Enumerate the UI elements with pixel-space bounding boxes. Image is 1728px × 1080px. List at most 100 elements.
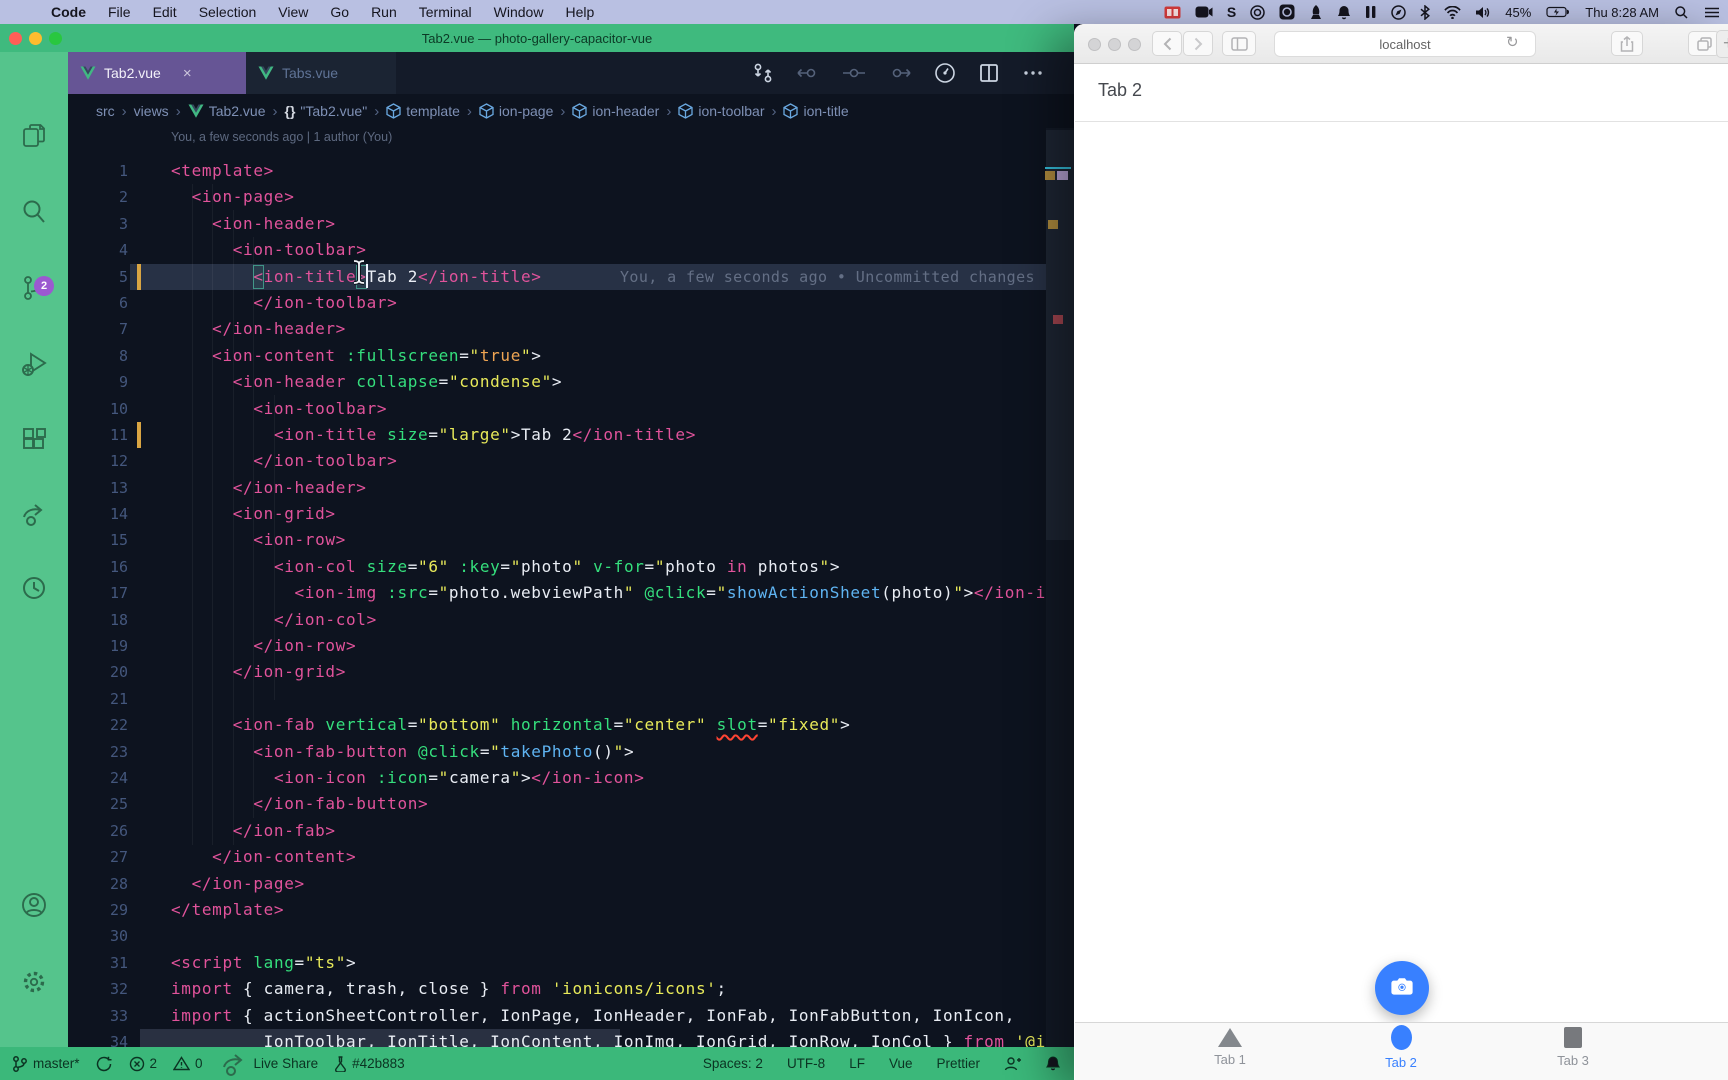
code-line-13[interactable]: </ion-header> [171,475,1046,501]
code-line-16[interactable]: <ion-col size="6" :key="photo" v-for="ph… [171,554,1046,580]
code-line-10[interactable]: <ion-toolbar> [171,396,1046,422]
breadcrumb-item-iontoolbar[interactable]: ion-toolbar [678,103,764,119]
tab-tab2-vue[interactable]: Tab2.vue× [68,52,246,94]
camera-fab-button[interactable] [1375,961,1429,1015]
scrollbar-thumb[interactable] [1046,130,1074,540]
timeline-icon[interactable] [934,62,956,84]
ionic-tab-tab-2[interactable]: Tab 2 [1341,1028,1461,1070]
menu-item-help[interactable]: Help [554,4,605,20]
code-line-11[interactable]: <ion-title size="large">Tab 2</ion-title… [171,422,1046,448]
code-line-25[interactable]: </ion-fab-button> [171,791,1046,817]
menu-status-bluetooth[interactable] [1420,5,1430,20]
activity-search-icon[interactable] [0,188,68,236]
code-area[interactable]: <template> <ion-page> <ion-header> <ion-… [171,158,1046,1055]
safari-close-button[interactable] [1088,38,1101,51]
menu-status-bell[interactable] [1337,5,1351,20]
breadcrumb-item-ionpage[interactable]: ion-page [479,103,554,119]
menu-item-file[interactable]: File [97,4,142,20]
activity-account-icon[interactable] [0,881,68,929]
code-line-32[interactable]: import { camera, trash, close } from 'io… [171,976,1046,1002]
breadcrumb-item-src[interactable]: src [96,103,115,119]
code-line-24[interactable]: <ion-icon :icon="camera"></ion-icon> [171,765,1046,791]
status-live-share[interactable]: Live Share [219,1049,319,1079]
safari-minimize-button[interactable] [1108,38,1121,51]
more-actions-icon[interactable] [1022,62,1044,84]
spotlight-search-icon[interactable] [1674,5,1689,20]
activity-settings-gear-icon[interactable] [0,958,68,1006]
forward-button[interactable] [1183,31,1213,56]
code-line-6[interactable]: </ion-toolbar> [171,290,1046,316]
control-center-icon[interactable] [1704,6,1720,19]
previous-change-icon[interactable] [796,65,820,81]
status-vue[interactable]: Vue [889,1056,913,1071]
back-button[interactable] [1152,31,1182,56]
menu-status-volume[interactable] [1475,6,1490,19]
sidebar-toggle-icon[interactable] [1222,31,1256,56]
reload-icon[interactable]: ↻ [1506,33,1519,51]
code-line-28[interactable]: </ion-page> [171,871,1046,897]
compare-changes-icon[interactable] [752,62,774,84]
code-line-7[interactable]: </ion-header> [171,316,1046,342]
breadcrumb-item-tab2vue[interactable]: {}"Tab2.vue" [285,103,368,119]
code-line-23[interactable]: <ion-fab-button @click="takePhoto()"> [171,739,1046,765]
status-0[interactable]: 0 [173,1056,203,1071]
breadcrumb[interactable]: src›views›Tab2.vue›{}"Tab2.vue"›template… [68,94,1074,128]
code-line-27[interactable]: </ion-content> [171,844,1046,870]
status-utf-8[interactable]: UTF-8 [787,1056,825,1071]
activity-live-share-icon[interactable] [0,490,68,538]
menu-status-spiral[interactable] [1250,5,1265,20]
status-2[interactable]: 2 [129,1056,158,1072]
code-line-29[interactable]: </template> [171,897,1046,923]
next-change-icon[interactable] [888,65,912,81]
status-master-[interactable]: master* [12,1055,80,1073]
menu-status-box[interactable] [1279,4,1295,20]
menu-item-view[interactable]: View [267,4,319,20]
menu-status-film[interactable] [1164,6,1181,19]
code-line-22[interactable]: <ion-fab vertical="bottom" horizontal="c… [171,712,1046,738]
code-line-3[interactable]: <ion-header> [171,211,1046,237]
menu-item-selection[interactable]: Selection [188,4,268,20]
code-line-31[interactable]: <script lang="ts"> [171,950,1046,976]
status-spaces-2[interactable]: Spaces: 2 [703,1056,763,1071]
breadcrumb-item-iontitle[interactable]: ion-title [783,103,848,119]
ionic-tab-tab-1[interactable]: Tab 1 [1170,1028,1290,1067]
breadcrumb-item-template[interactable]: template [386,103,460,119]
breadcrumb-item-tab2vue[interactable]: Tab2.vue [188,103,266,119]
code-line-12[interactable]: </ion-toolbar> [171,448,1046,474]
menu-item-window[interactable]: Window [483,4,555,20]
menu-status-bars[interactable] [1365,5,1377,19]
code-line-1[interactable]: <template> [171,158,1046,184]
activity-extensions-icon[interactable] [0,416,68,464]
menu-status-rocket[interactable] [1309,5,1323,20]
tab-tabs-vue[interactable]: Tabs.vue [246,52,396,94]
menu-item-code[interactable]: Code [40,4,97,20]
status--42b883[interactable]: #42b883 [334,1056,405,1072]
activity-files-icon[interactable] [0,112,68,160]
code-line-30[interactable] [171,923,1046,949]
status-feedback-icon[interactable] [1004,1056,1022,1072]
split-editor-icon[interactable] [978,62,1000,84]
status-lf[interactable]: LF [849,1056,865,1071]
status-prettier[interactable]: Prettier [936,1056,980,1071]
code-line-2[interactable]: <ion-page> [171,184,1046,210]
new-tab-button[interactable]: + [1716,30,1728,58]
code-line-26[interactable]: </ion-fab> [171,818,1046,844]
menu-item-go[interactable]: Go [319,4,360,20]
menu-item-terminal[interactable]: Terminal [408,4,483,20]
breadcrumb-item-views[interactable]: views [134,103,169,119]
activity-run-debug-icon[interactable] [0,340,68,388]
code-line-33[interactable]: import { actionSheetController, IonPage,… [171,1003,1046,1029]
status-sync[interactable] [96,1056,113,1072]
menu-status-letter-s[interactable]: S [1227,4,1236,20]
activity-history-icon[interactable] [0,564,68,612]
menu-status-compass[interactable] [1391,5,1406,20]
menu-bar-clock[interactable]: Thu 8:28 AM [1585,5,1659,20]
code-line-21[interactable] [171,686,1046,712]
ionic-tab-tab-3[interactable]: Tab 3 [1513,1028,1633,1068]
code-line-17[interactable]: <ion-img :src="photo.webviewPath" @click… [171,580,1046,606]
menu-item-run[interactable]: Run [360,4,408,20]
codelens-authors[interactable]: You, a few seconds ago | 1 author (You) [171,130,392,144]
code-line-9[interactable]: <ion-header collapse="condense"> [171,369,1046,395]
menu-status-camera[interactable] [1195,6,1213,18]
safari-zoom-button[interactable] [1128,38,1141,51]
